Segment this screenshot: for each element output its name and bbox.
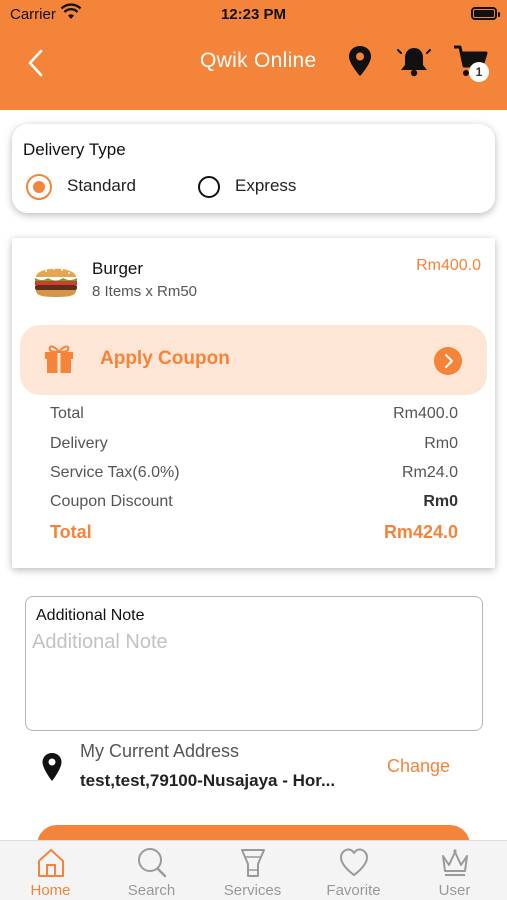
heart-icon	[340, 848, 368, 876]
tab-label: Services	[223, 882, 282, 899]
tab-label: Search	[127, 882, 176, 899]
item-name: Burger	[92, 259, 144, 278]
radio-express[interactable]	[198, 176, 220, 198]
cart-count-badge: 1	[469, 62, 489, 82]
summary-row-coupon-discount: Coupon Discount Rm0	[50, 493, 458, 511]
bell-icon[interactable]	[397, 44, 431, 78]
apply-coupon-button[interactable]: Apply Coupon	[20, 325, 487, 395]
additional-note-input[interactable]	[32, 631, 472, 721]
bottom-tab-bar: Home Search Services Favorite User	[0, 840, 507, 900]
search-icon	[138, 848, 167, 878]
summary-row-service-tax: Service Tax(6.0%) Rm24.0	[50, 464, 458, 482]
summary-value: Rm0	[424, 435, 458, 452]
additional-note-box: Additional Note	[25, 596, 483, 731]
summary-row-total: Total Rm400.0	[50, 405, 458, 423]
summary-label: Service Tax(6.0%)	[50, 464, 180, 481]
app-header: Carrier 12:23 PM Qwik Online 1	[0, 0, 507, 110]
item-price: Rm400.0	[416, 257, 481, 274]
summary-label: Delivery	[50, 435, 108, 452]
tab-user[interactable]: User	[404, 841, 505, 900]
summary-value: Rm400.0	[393, 405, 458, 422]
tab-services[interactable]: Services	[202, 841, 303, 900]
summary-label: Coupon Discount	[50, 493, 173, 510]
tab-search[interactable]: Search	[101, 841, 202, 900]
delivery-type-title: Delivery Type	[23, 140, 126, 159]
location-pin-icon	[42, 753, 62, 781]
crown-icon	[442, 849, 468, 876]
clock: 12:23 PM	[220, 6, 287, 23]
back-arrow-icon[interactable]	[22, 46, 52, 80]
gift-icon	[45, 345, 73, 373]
home-icon	[38, 849, 64, 877]
tab-home[interactable]: Home	[0, 841, 101, 900]
chevron-right-icon[interactable]	[434, 347, 462, 375]
summary-value: Rm24.0	[401, 464, 458, 481]
grand-total-label: Total	[50, 522, 92, 542]
delivery-type-card: Delivery Type Standard Express	[12, 124, 495, 213]
status-bar: Carrier 12:23 PM	[0, 0, 507, 30]
services-icon	[241, 849, 265, 877]
radio-standard[interactable]	[26, 174, 52, 200]
tab-label: Favorite	[326, 882, 381, 899]
summary-value: Rm0	[423, 493, 458, 510]
battery-icon	[471, 7, 500, 20]
apply-coupon-label: Apply Coupon	[100, 348, 230, 369]
address-text: test,test,79100-Nusajaya - Hor...	[80, 771, 336, 790]
summary-row-delivery: Delivery Rm0	[50, 435, 458, 453]
location-pin-icon[interactable]	[346, 44, 374, 78]
tab-label: User	[438, 882, 471, 899]
change-address-button[interactable]: Change	[387, 756, 450, 777]
grand-total-value: Rm424.0	[383, 522, 458, 542]
radio-express-label[interactable]: Express	[235, 176, 296, 196]
additional-note-label: Additional Note	[36, 607, 145, 624]
item-quantity-detail: 8 Items x Rm50	[92, 283, 198, 300]
page-title: Qwik Online	[200, 49, 317, 72]
tab-favorite[interactable]: Favorite	[303, 841, 404, 900]
summary-label: Total	[50, 405, 84, 422]
order-summary-card: Burger 8 Items x Rm50 Rm400.0 Apply Coup…	[12, 238, 495, 568]
address-title: My Current Address	[80, 741, 240, 761]
burger-image	[35, 268, 77, 297]
tab-label: Home	[30, 882, 71, 899]
radio-standard-label[interactable]: Standard	[67, 176, 136, 196]
summary-row-grand-total: Total Rm424.0	[50, 522, 458, 543]
